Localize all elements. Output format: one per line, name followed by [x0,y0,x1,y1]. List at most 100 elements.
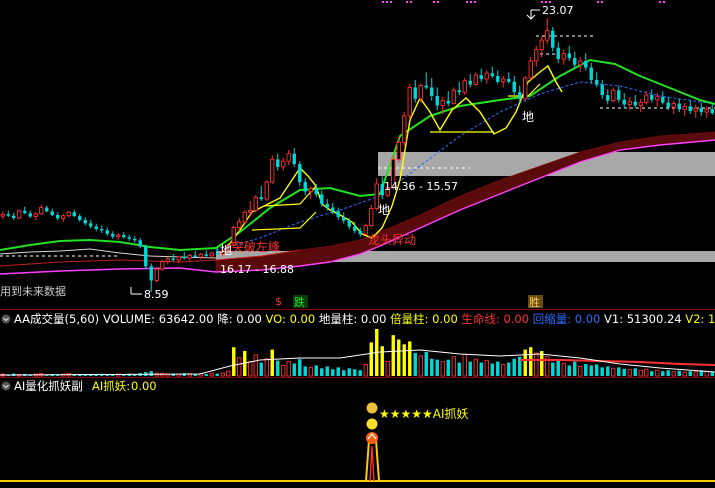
volume-bar [320,368,323,376]
candle-body [551,31,554,48]
volume-item-value: 0.00 [236,312,262,326]
candle [271,156,274,184]
candle-body [678,104,681,110]
candle-body [56,215,59,218]
volume-bar [491,364,494,376]
candle-body [463,81,466,92]
volume-item-value: 0.00 [575,312,601,326]
volume-bar [562,364,565,376]
candle-body [397,142,400,159]
candle-body [326,204,329,208]
candle-body [469,81,472,85]
candle-body [447,101,450,104]
candle [155,267,158,282]
candle-body [507,79,510,82]
candle-body [287,154,290,162]
candle-body [95,227,98,229]
volume-bar [590,365,593,376]
candle-body [584,61,587,68]
candle-body [518,92,521,99]
candle [452,87,455,104]
volume-bar [254,355,257,376]
volume-bar [260,363,263,376]
volume-bar [650,371,653,376]
volume-item-value: 0.00 [290,312,316,326]
candle [161,260,164,271]
ai-signal-label: ★★★★★AI抓妖 [379,407,469,421]
volume-bar [430,359,433,376]
volume-panel-collapse-icon[interactable] [2,315,11,324]
volume-bar [480,363,483,376]
volume-bar [287,362,290,376]
candle [370,205,373,228]
candle-body [656,97,659,100]
chart-canvas[interactable]: 23.07 8.59 14.36 - 15.57 16.17 - 16.88 用… [0,0,715,484]
candle-body [540,40,543,49]
candle-body [282,161,285,167]
volume-item-value: 0.00 [361,312,387,326]
candle-body [128,237,131,239]
price-high-label: 23.07 [542,4,574,17]
volume-bar [474,359,477,376]
candle-body [331,208,334,212]
volume-panel-title: AA成交量(5,60) [14,312,99,326]
candle-body [342,217,345,221]
candle-body [474,75,477,84]
volume-bar [436,360,439,376]
candle-body [40,208,43,214]
candle-body [122,235,125,237]
candle-body [78,216,81,220]
candle-body [304,182,307,191]
candle-body [150,266,153,280]
candle-body [403,116,406,142]
volume-bar [639,370,642,376]
candle-body [271,159,274,182]
volume-bar [386,362,389,376]
candle-body [661,97,664,103]
candle-body [265,182,268,199]
candle-body [364,226,367,235]
candle [243,210,246,223]
volume-bar [672,372,675,376]
candle-body [700,108,703,112]
volume-bar [458,363,461,376]
volume-bar [584,364,587,376]
ai-panel-collapse-icon[interactable] [2,382,11,391]
volume-bar [606,366,609,376]
volume-bar [331,369,334,376]
candle-body [601,85,604,95]
volume-panel-header: AA成交量(5,60) VOLUME: 63642.00 降: 0.00 VO:… [2,312,715,326]
volume-bar [271,350,274,376]
candle-body [34,214,37,217]
signal-die: 跌 [294,295,305,309]
volume-bar [601,367,604,376]
volume-bar [573,362,576,376]
volume-bar [711,372,714,376]
candle-body [1,214,4,216]
range-label-upper: 14.36 - 15.57 [384,180,458,193]
candle-body [177,257,180,260]
volume-bar [348,368,351,376]
candle-body [524,78,527,99]
candle [408,84,411,120]
candle-body [612,90,615,100]
volume-bar [612,368,615,376]
volume-bar [529,347,532,376]
candle-body [425,86,428,88]
candle-body [436,96,439,105]
candle [144,245,147,270]
ai-panel-value-label: AI抓妖: [92,379,130,393]
volume-item-value: 0.00 [432,312,458,326]
volume-bar [667,370,670,376]
candle-body [7,214,10,216]
volume-bar [359,370,362,376]
candle-body [617,90,620,99]
candle-body [18,211,21,218]
volume-bar [304,366,307,376]
volume-bar [496,362,499,376]
candle [403,112,406,146]
candle-body [117,235,120,237]
volume-bar [419,356,422,376]
volume-bar [595,364,598,376]
candle-body [370,209,373,226]
